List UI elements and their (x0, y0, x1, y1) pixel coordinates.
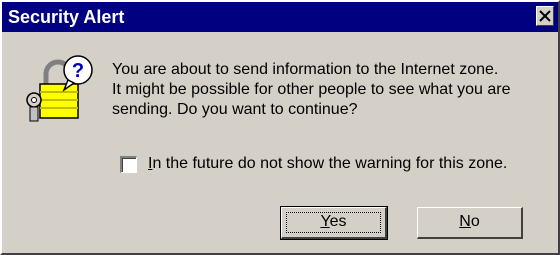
title-bar[interactable]: Security Alert (2, 2, 558, 32)
message-line: You are about to send information to the… (112, 61, 499, 78)
dont-show-warning-checkbox[interactable] (120, 156, 137, 173)
message-line: sending. Do you want to continue? (112, 101, 358, 118)
yes-button-label: Yes (320, 213, 347, 230)
no-button[interactable]: No (417, 207, 523, 239)
message-line: It might be possible for other people to… (112, 81, 511, 98)
no-button-label: No (459, 213, 480, 230)
close-icon (539, 10, 551, 22)
yes-button[interactable]: Yes (280, 206, 388, 240)
window-title: Security Alert (8, 7, 125, 27)
svg-text:?: ? (72, 60, 84, 82)
dont-show-warning-label[interactable]: In the future do not show the warning fo… (148, 154, 507, 174)
lock-key-question-icon: ? (26, 55, 93, 122)
close-button[interactable] (536, 6, 554, 26)
security-alert-dialog: Security Alert ? You are about to send i… (0, 0, 560, 255)
alert-message: You are about to send information to the… (112, 60, 552, 120)
